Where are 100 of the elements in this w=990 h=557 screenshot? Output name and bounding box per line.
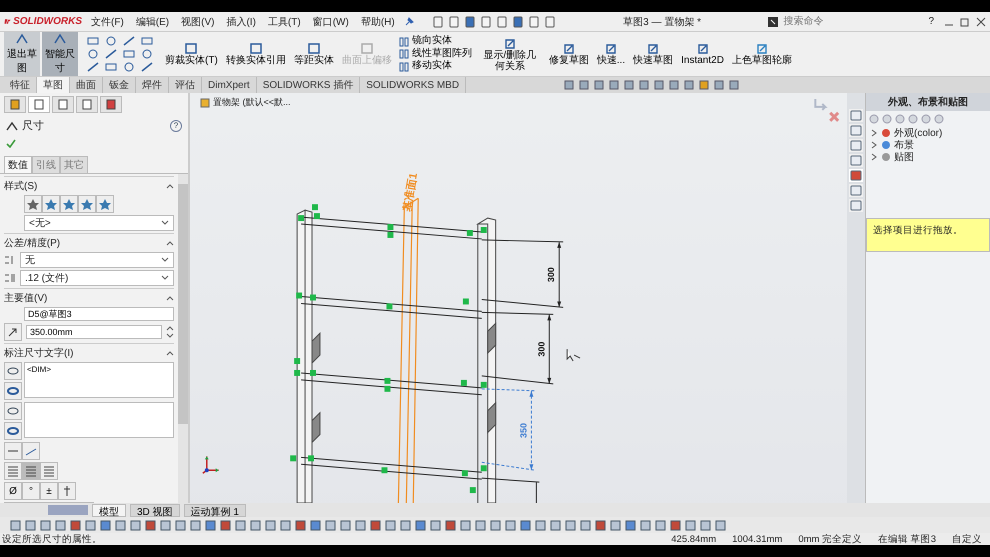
sketch-tool-icon[interactable] bbox=[140, 48, 154, 60]
collapse-icon[interactable] bbox=[166, 295, 174, 301]
toolbar-icon[interactable] bbox=[265, 520, 276, 530]
view-tool-icon[interactable] bbox=[593, 79, 605, 91]
view-tool-icon[interactable] bbox=[578, 79, 590, 91]
panel-tab-icon[interactable] bbox=[76, 96, 98, 113]
view-tool-icon[interactable] bbox=[668, 79, 680, 91]
dimension-name-field[interactable]: D5@草图3 bbox=[24, 307, 174, 321]
toolbar-icon[interactable] bbox=[55, 520, 66, 530]
task-pane-tab-icon[interactable] bbox=[849, 199, 863, 212]
ribbon-button[interactable]: 转换实体引用 bbox=[222, 32, 289, 76]
toolbar-icon[interactable] bbox=[325, 520, 336, 530]
toolbar-icon[interactable] bbox=[220, 520, 231, 530]
link-icon[interactable] bbox=[4, 402, 22, 420]
toolbar-icon[interactable] bbox=[145, 520, 156, 530]
toolbar-icon[interactable] bbox=[85, 520, 96, 530]
style-icon[interactable] bbox=[78, 195, 96, 213]
symbol-button[interactable]: ° bbox=[22, 482, 40, 500]
restore-icon[interactable] bbox=[960, 16, 970, 26]
command-tab[interactable]: 草图 bbox=[37, 77, 70, 93]
sketch-tool-icon[interactable] bbox=[140, 61, 154, 73]
panel-tab-icon[interactable] bbox=[100, 96, 122, 113]
view-tool-icon[interactable] bbox=[698, 79, 710, 91]
ribbon-button[interactable]: 快速草图 bbox=[630, 32, 676, 76]
toolbar-icon[interactable] bbox=[655, 520, 666, 530]
task-pane-tab-icon[interactable] bbox=[849, 154, 863, 167]
sketch-tool-icon[interactable] bbox=[104, 61, 118, 73]
dimension-text-field[interactable]: <DIM> bbox=[24, 362, 174, 398]
ribbon-button[interactable]: 上色草图轮廓 bbox=[728, 32, 795, 76]
sketch-tool-icon[interactable] bbox=[104, 35, 118, 47]
menu-item[interactable]: 窗口(W) bbox=[310, 14, 352, 28]
toolbar-icon[interactable] bbox=[115, 520, 126, 530]
menu-item[interactable]: 文件(F) bbox=[88, 14, 127, 28]
toolbar-icon[interactable] bbox=[550, 520, 561, 530]
view-tool-icon[interactable] bbox=[728, 79, 740, 91]
task-pane-tab-icon[interactable] bbox=[849, 109, 863, 122]
toolbar-icon[interactable] bbox=[160, 520, 171, 530]
toolbar-icon[interactable] bbox=[40, 520, 51, 530]
menu-item[interactable]: 插入(I) bbox=[223, 14, 259, 28]
ribbon-button[interactable]: 智能尺寸 bbox=[42, 32, 78, 76]
menu-item[interactable]: 工具(T) bbox=[264, 14, 304, 28]
toolbar-icon[interactable] bbox=[445, 520, 456, 530]
toolbar-icon[interactable] bbox=[640, 520, 651, 530]
ribbon-button[interactable]: 镜向实体 bbox=[396, 35, 474, 48]
toolbar-icon[interactable] bbox=[610, 520, 621, 530]
toolbar-icon[interactable] bbox=[430, 520, 441, 530]
style-dropdown[interactable]: <无> bbox=[24, 215, 174, 231]
toolbar-icon[interactable] bbox=[475, 520, 486, 530]
ribbon-button[interactable]: 等距实体 bbox=[290, 32, 337, 76]
menu-item[interactable]: 帮助(H) bbox=[358, 14, 398, 28]
panel-tab[interactable]: 数值 bbox=[4, 156, 32, 174]
tree-item[interactable]: 布景 bbox=[866, 139, 990, 151]
view-tool-icon[interactable] bbox=[713, 79, 725, 91]
toolbar-icon[interactable] bbox=[70, 520, 81, 530]
sketch-tool-icon[interactable] bbox=[104, 48, 118, 60]
toolbar-icon[interactable] bbox=[400, 520, 411, 530]
tree-item[interactable]: 贴图 bbox=[866, 151, 990, 163]
search-field[interactable]: 搜索命令 bbox=[781, 15, 906, 28]
toolbar-icon[interactable] bbox=[25, 520, 36, 530]
dimension-icon[interactable] bbox=[22, 442, 40, 460]
dimension-line[interactable] bbox=[481, 239, 564, 308]
dimension-text-field[interactable] bbox=[24, 402, 174, 438]
checkmark-icon[interactable] bbox=[6, 139, 16, 148]
view-tool-icon[interactable] bbox=[623, 79, 635, 91]
link-icon[interactable] bbox=[4, 422, 22, 440]
feature-tree-flyout[interactable]: 置物架 (默认<<默... bbox=[213, 96, 291, 109]
toolbar-icon[interactable] bbox=[10, 520, 21, 530]
panel-tab-icon[interactable] bbox=[28, 96, 50, 113]
dimension-text[interactable]: 300 bbox=[536, 342, 546, 357]
toolbar-icon[interactable] bbox=[685, 520, 696, 530]
view-tool-icon[interactable] bbox=[638, 79, 650, 91]
toolbar-icon[interactable] bbox=[670, 520, 681, 530]
view-tool-icon[interactable] bbox=[563, 79, 575, 91]
menu-item[interactable]: 视图(V) bbox=[178, 14, 218, 28]
toolbar-icon[interactable] bbox=[190, 520, 201, 530]
toolbar-icon[interactable] bbox=[448, 16, 460, 28]
help-button[interactable]: ? bbox=[924, 16, 938, 27]
toolbar-icon[interactable] bbox=[565, 520, 576, 530]
precision-dropdown[interactable]: .12 (文件) bbox=[20, 270, 174, 286]
sketch-tool-icon[interactable] bbox=[140, 35, 154, 47]
view-tool-icon[interactable] bbox=[683, 79, 695, 91]
help-button[interactable]: ? bbox=[170, 120, 182, 132]
task-pane-tab-icon[interactable] bbox=[849, 139, 863, 152]
panel-tab-icon[interactable] bbox=[52, 96, 74, 113]
sketch-tool-icon[interactable] bbox=[122, 61, 136, 73]
toolbar-icon[interactable] bbox=[625, 520, 636, 530]
symbol-icon[interactable] bbox=[58, 482, 76, 500]
task-pane-tab-icon[interactable] bbox=[849, 169, 863, 182]
scrollbar-thumb[interactable] bbox=[178, 184, 188, 424]
ribbon-button[interactable]: 显示/删除几何关系 bbox=[476, 32, 544, 76]
toolbar-icon[interactable] bbox=[130, 520, 141, 530]
toolbar-icon[interactable] bbox=[715, 520, 726, 530]
ribbon-button[interactable]: 剪裁实体(T) bbox=[162, 32, 221, 76]
toolbar-icon[interactable] bbox=[595, 520, 606, 530]
dimension-line[interactable] bbox=[481, 312, 554, 384]
link-icon[interactable] bbox=[4, 382, 22, 400]
ribbon-button[interactable]: 线性草图阵列 bbox=[396, 48, 474, 60]
toolbar-icon[interactable] bbox=[535, 520, 546, 530]
collapse-icon[interactable] bbox=[166, 350, 174, 356]
toolbar-icon[interactable] bbox=[490, 520, 501, 530]
